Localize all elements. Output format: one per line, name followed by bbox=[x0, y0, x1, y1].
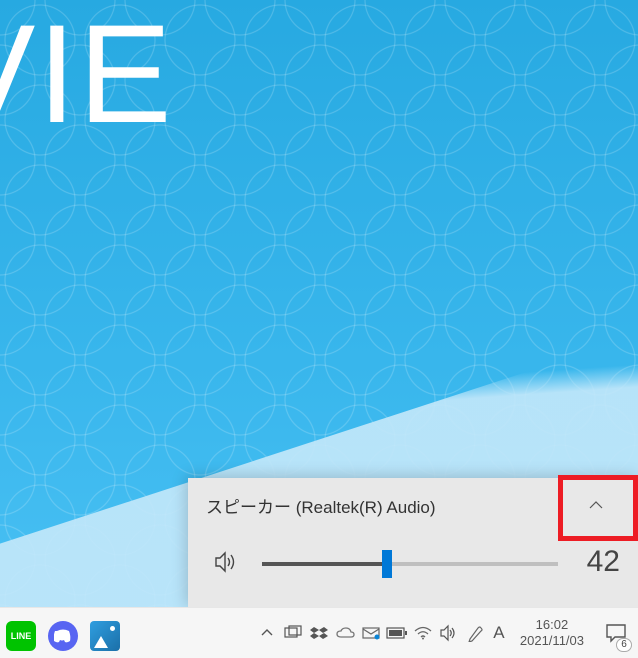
volume-device-name: スピーカー (Realtek(R) Audio) bbox=[206, 493, 572, 518]
tray-mail[interactable] bbox=[358, 608, 384, 658]
wallpaper-brand-text: VIE bbox=[0, 4, 174, 144]
tray-wifi[interactable] bbox=[410, 608, 436, 658]
chevron-up-icon bbox=[260, 626, 274, 640]
tray-dropbox[interactable] bbox=[306, 608, 332, 658]
ime-mode-label: A bbox=[493, 623, 504, 643]
tray-volume[interactable] bbox=[436, 608, 462, 658]
discord-icon bbox=[48, 621, 78, 651]
clock-time: 16:02 bbox=[536, 617, 569, 633]
notification-badge: 6 bbox=[616, 638, 632, 652]
mail-icon bbox=[362, 626, 380, 640]
cloud-icon bbox=[335, 626, 355, 640]
tray-task-view[interactable] bbox=[280, 608, 306, 658]
tray-ime-indicator[interactable]: A bbox=[488, 608, 510, 658]
chevron-up-icon bbox=[587, 496, 605, 514]
volume-value: 42 bbox=[570, 545, 620, 579]
volume-mute-toggle[interactable] bbox=[206, 547, 246, 577]
taskbar-app-line[interactable]: LINE bbox=[0, 614, 42, 658]
speaker-icon bbox=[439, 624, 459, 642]
taskbar: LINE bbox=[0, 607, 638, 658]
tray-pen[interactable] bbox=[462, 608, 488, 658]
speaker-icon bbox=[211, 547, 241, 577]
dropbox-icon bbox=[310, 625, 328, 641]
photos-icon bbox=[90, 621, 120, 651]
line-icon: LINE bbox=[6, 621, 36, 651]
taskbar-app-discord[interactable] bbox=[42, 614, 84, 658]
volume-expand-button[interactable] bbox=[572, 481, 620, 529]
tray-overflow-button[interactable] bbox=[254, 608, 280, 658]
pen-icon bbox=[467, 624, 483, 642]
taskbar-clock[interactable]: 16:02 2021/11/03 bbox=[510, 608, 594, 658]
action-center-button[interactable]: 6 bbox=[594, 608, 638, 658]
tray-battery[interactable] bbox=[384, 608, 410, 658]
clock-date: 2021/11/03 bbox=[520, 633, 584, 649]
taskbar-app-photos[interactable] bbox=[84, 614, 126, 658]
system-tray: A 16:02 2021/11/03 6 bbox=[254, 608, 638, 658]
tray-onedrive[interactable] bbox=[332, 608, 358, 658]
task-view-icon bbox=[284, 625, 302, 641]
battery-icon bbox=[386, 627, 408, 639]
volume-flyout: スピーカー (Realtek(R) Audio) 42 bbox=[188, 478, 638, 608]
volume-slider[interactable] bbox=[262, 562, 558, 566]
wifi-icon bbox=[414, 626, 432, 640]
